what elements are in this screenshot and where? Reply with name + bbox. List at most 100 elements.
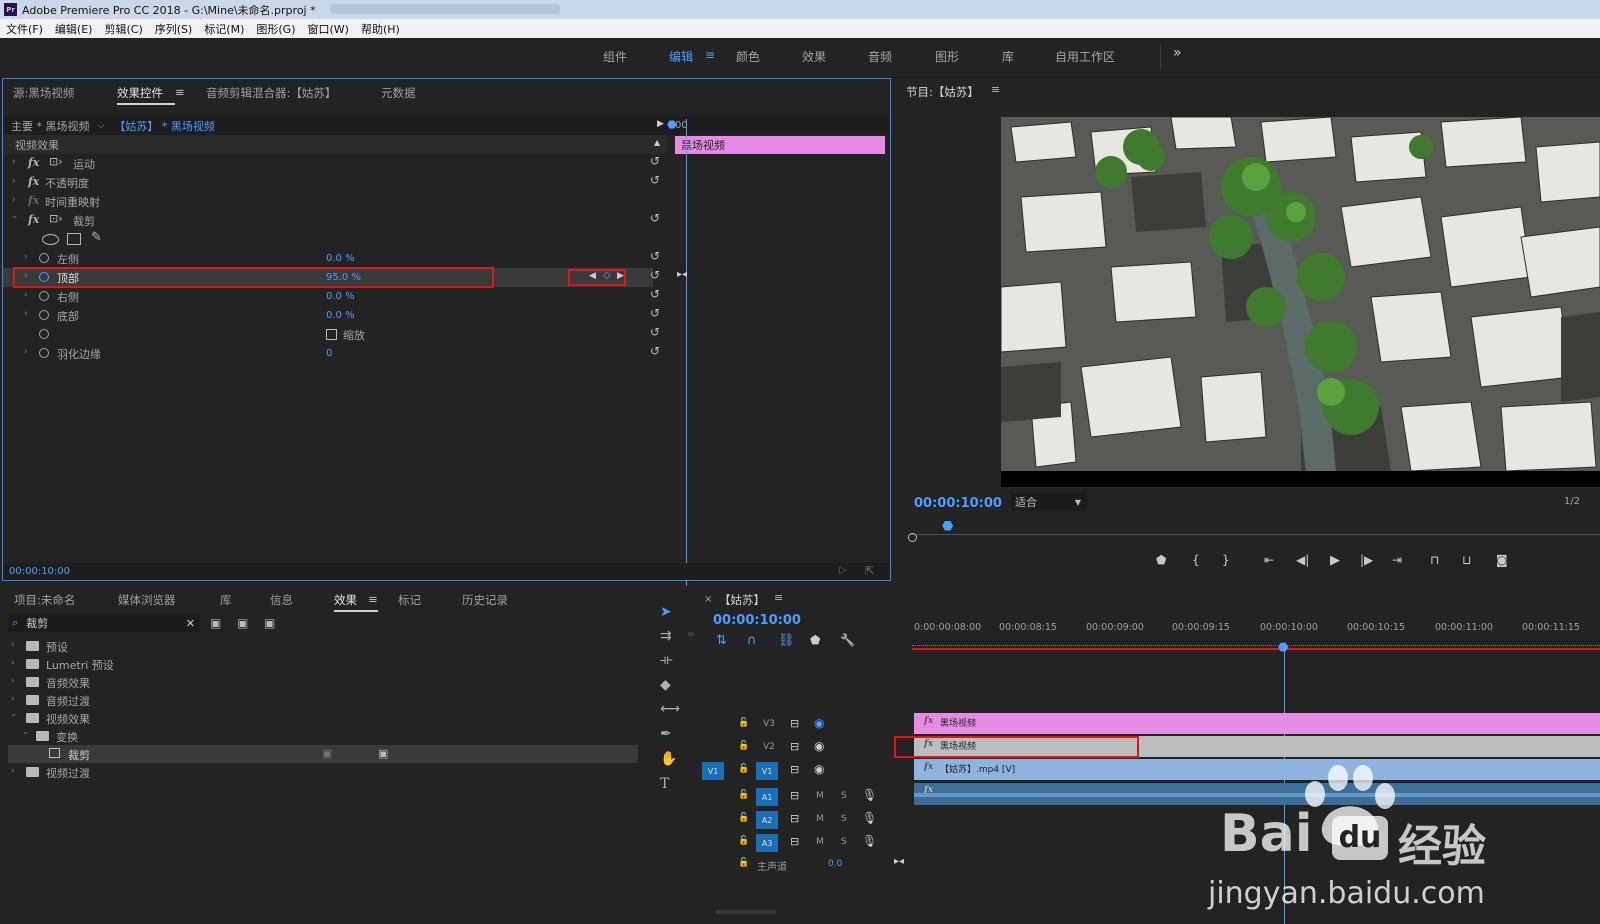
sync-lock-icon[interactable]: ⊟ (790, 763, 799, 776)
ellipse-mask-icon[interactable] (42, 234, 59, 245)
sync-lock-icon[interactable]: ⊟ (790, 717, 799, 730)
tree-item[interactable]: › 视频效果 (2, 709, 642, 727)
selection-tool-icon[interactable]: ➤ (660, 604, 672, 620)
eye-icon[interactable]: ◉ (814, 739, 824, 753)
stopwatch-icon[interactable] (39, 291, 49, 301)
transform-box-icon[interactable]: ⊡› (49, 212, 63, 225)
ripple-edit-tool-icon[interactable]: ⟛ (660, 652, 673, 668)
32bit-effects-icon[interactable]: ▣ (237, 616, 248, 630)
track-label[interactable]: A1 (756, 788, 778, 806)
accelerated-effects-icon[interactable]: ▣ (210, 616, 221, 630)
effect-motion-row[interactable]: › fx ⊡› 运动 ↺ (3, 154, 660, 173)
sync-lock-icon[interactable]: ⊟ (790, 740, 799, 753)
expand-icon[interactable]: › (24, 309, 28, 319)
rectangle-mask-icon[interactable] (67, 233, 81, 245)
snap-icon[interactable]: ∩ (747, 633, 757, 648)
tab-info[interactable]: 信息 (270, 592, 293, 608)
razor-tool-icon[interactable]: ◆ (660, 677, 671, 693)
microphone-icon[interactable]: 🎙 (862, 811, 877, 825)
tab-libraries[interactable]: 库 (220, 592, 232, 608)
mute-button[interactable]: M (816, 837, 824, 847)
mini-clip[interactable]: 黑场视频 (675, 136, 885, 154)
tab-effect-controls[interactable]: 效果控件 (117, 85, 163, 101)
menu-sequence[interactable]: 序列(S) (155, 21, 193, 37)
search-input[interactable]: 裁剪 (26, 615, 48, 631)
pen-mask-icon[interactable]: ✎ (91, 230, 102, 245)
tab-media-browser[interactable]: 媒体浏览器 (118, 592, 176, 608)
play-only-clip-icon[interactable]: ▶ (657, 119, 664, 129)
expand-icon[interactable]: › (12, 195, 16, 205)
expand-icon[interactable]: › (24, 252, 28, 262)
master-volume[interactable]: 0.0 (828, 859, 842, 869)
settings-wrench-icon[interactable]: 🔧 (840, 633, 855, 647)
menu-help[interactable]: 帮助(H) (361, 21, 400, 37)
program-ruler[interactable] (911, 525, 1600, 535)
fx-icon[interactable]: fx (28, 213, 39, 226)
tab-source[interactable]: 源:黑场视频 (13, 85, 74, 101)
go-to-out-icon[interactable]: ⇥ (1392, 553, 1402, 567)
workspace-assembly[interactable]: 组件 (603, 48, 627, 65)
playhead-icon[interactable]: ⬣ (667, 118, 677, 131)
linked-selection-icon[interactable]: ⛓ (778, 633, 795, 648)
go-to-end-icon[interactable]: ▸◂ (894, 856, 904, 867)
clear-search-icon[interactable]: ✕ (186, 617, 195, 630)
program-playhead-icon[interactable]: ⬣ (942, 519, 953, 534)
add-marker-icon[interactable]: ⬟ (1156, 553, 1166, 567)
tree-item[interactable]: › 预设 (2, 637, 642, 655)
reset-icon[interactable]: ↺ (650, 249, 660, 263)
mark-out-icon[interactable]: } (1222, 553, 1230, 567)
lock-icon[interactable]: 🔓 (738, 741, 749, 751)
workspace-editing[interactable]: 编辑 (669, 48, 693, 65)
reset-icon[interactable]: ↺ (650, 173, 660, 187)
mute-button[interactable]: M (816, 814, 824, 824)
yuv-effects-icon[interactable]: ▣ (264, 616, 275, 630)
tree-item-selected[interactable]: 裁剪 ▣ ▣ (8, 745, 638, 763)
lock-icon[interactable]: 🔓 (738, 790, 749, 800)
ruler-ticks[interactable] (912, 638, 1600, 646)
mark-in-icon[interactable]: { (1192, 553, 1200, 567)
go-to-in-icon[interactable]: ⇤ (1264, 553, 1274, 567)
clip-v3[interactable]: fx 黑场视频 (914, 713, 1600, 734)
reset-icon[interactable]: ↺ (650, 287, 660, 301)
hand-tool-icon[interactable]: ✋ (660, 751, 677, 767)
workspace-effects[interactable]: 效果 (802, 48, 826, 65)
microphone-icon[interactable]: 🎙 (862, 788, 877, 802)
expand-icon[interactable]: › (12, 176, 16, 186)
tree-item[interactable]: › 音频效果 (2, 673, 642, 691)
workspace-custom[interactable]: 自用工作区 (1055, 48, 1115, 65)
tab-metadata[interactable]: 元数据 (381, 85, 416, 101)
workspace-menu-icon[interactable]: ≡ (705, 48, 715, 62)
expand-icon[interactable]: › (11, 658, 15, 668)
collapse-icon[interactable]: › (20, 731, 30, 735)
track-select-tool-icon[interactable]: ⇉ (660, 628, 672, 644)
sync-lock-icon[interactable]: ⊟ (790, 789, 799, 802)
menu-graphics[interactable]: 图形(G) (256, 21, 295, 37)
panel-menu-icon[interactable]: ≡ (991, 83, 1000, 96)
menu-window[interactable]: 窗口(W) (308, 21, 349, 37)
scroll-up-icon[interactable]: ▲ (654, 138, 660, 147)
fx-icon[interactable]: fx (28, 175, 39, 188)
effect-crop-row[interactable]: › fx ⊡› 裁剪 ↺ (3, 211, 660, 230)
expand-icon[interactable]: › (11, 676, 15, 686)
menu-edit[interactable]: 编辑(E) (55, 21, 93, 37)
lift-icon[interactable]: ⊓ (1430, 553, 1439, 567)
tab-menu-icon[interactable]: ≡ (175, 85, 185, 99)
effect-opacity-row[interactable]: › fx 不透明度 ↺ (3, 173, 660, 192)
tree-item[interactable]: › 音频过渡 (2, 691, 642, 709)
fx-icon[interactable]: fx (28, 156, 39, 169)
tree-item[interactable]: › 变换 (2, 727, 642, 745)
tab-menu-icon[interactable]: ≡ (368, 592, 378, 606)
param-value[interactable]: 0 (326, 348, 332, 359)
mute-button[interactable]: M (816, 791, 824, 801)
expand-icon[interactable]: › (24, 347, 28, 357)
tab-project[interactable]: 项目:未命名 (14, 592, 75, 608)
reset-icon[interactable]: ↺ (650, 325, 660, 339)
source-patch-v1[interactable]: V1 (702, 762, 724, 780)
expand-icon[interactable]: › (11, 640, 15, 650)
workspace-graphics[interactable]: 图形 (935, 48, 959, 65)
close-icon[interactable]: × (704, 594, 712, 605)
tree-item[interactable]: › 视频过渡 (2, 763, 642, 781)
tab-markers[interactable]: 标记 (398, 592, 421, 608)
lock-icon[interactable]: 🔓 (738, 764, 749, 774)
transform-box-icon[interactable]: ⊡› (49, 155, 63, 168)
